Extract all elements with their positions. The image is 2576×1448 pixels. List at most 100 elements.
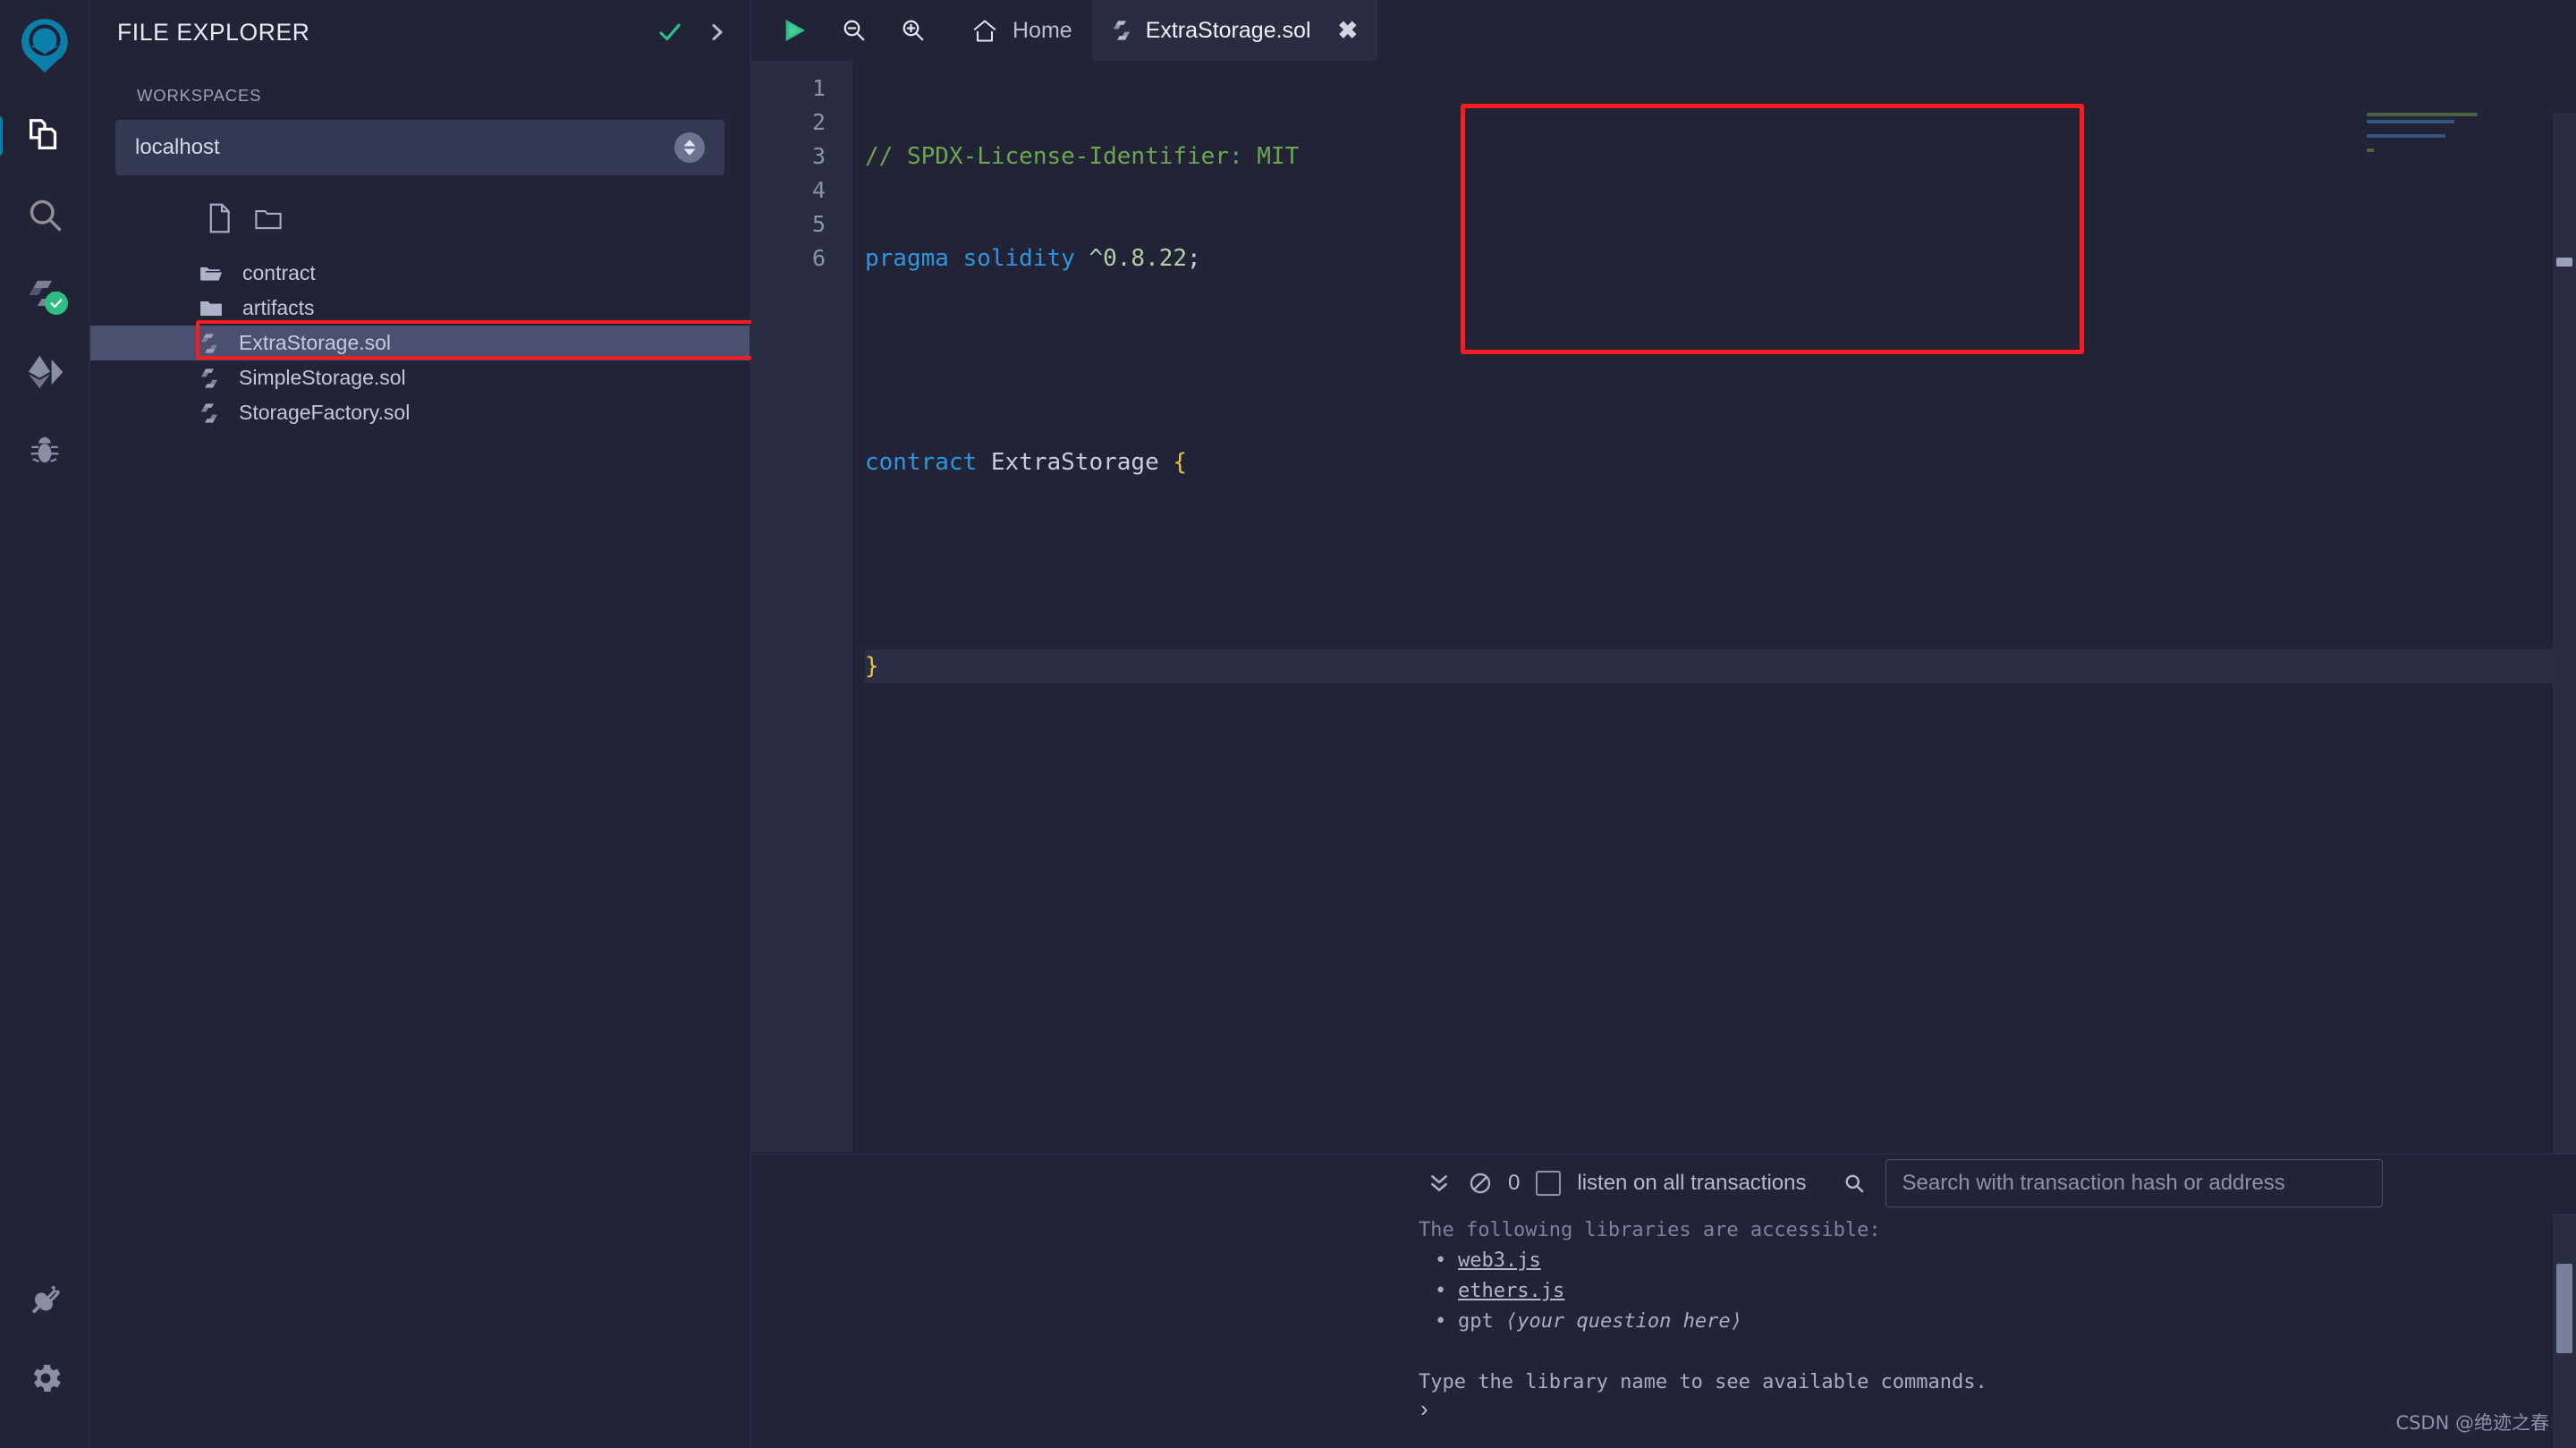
file-explorer-tools: [207, 202, 750, 234]
gear-icon: [27, 1359, 64, 1397]
file-explorer-header: FILE EXPLORER: [90, 0, 750, 64]
line-number: 6: [811, 245, 826, 271]
editor-tab-tools: [751, 0, 952, 61]
bug-icon: [26, 432, 64, 470]
play-icon[interactable]: [780, 16, 809, 45]
tab-label: ExtraStorage.sol: [1145, 17, 1311, 43]
code-editor: 1 2 3 4 5 6 // SPDX-License-Identifier: …: [751, 61, 2576, 1153]
ban-icon[interactable]: [1460, 1171, 1501, 1196]
tab-extrastorage-sol[interactable]: ExtraStorage.sol ✖: [1091, 0, 1378, 61]
gpt-label: gpt: [1458, 1310, 1505, 1333]
tree-item-storagefactory-sol[interactable]: StorageFactory.sol: [90, 395, 750, 430]
file-tree: contract artifacts ExtraStorage.sol Simp…: [90, 256, 750, 430]
ethersjs-link[interactable]: ethers.js: [1458, 1280, 1564, 1302]
terminal-panel: 0 listen on all transactions The followi…: [751, 1153, 2576, 1448]
line-number-gutter: 1 2 3 4 5 6: [751, 61, 852, 1152]
zoom-out-icon[interactable]: [841, 17, 868, 44]
line-number: 5: [811, 211, 826, 237]
terminal-list-item: ethers.js: [1435, 1276, 2540, 1307]
tree-item-label: contract: [242, 261, 316, 284]
close-icon[interactable]: ✖: [1338, 17, 1359, 45]
code-line: pragma solidity ^0.8.22;: [865, 245, 1201, 272]
terminal-library-list: web3.js ethers.js gpt ⟨your question her…: [1435, 1246, 2540, 1337]
workspace-value: localhost: [135, 135, 220, 159]
tree-item-label: StorageFactory.sol: [239, 401, 411, 424]
sidebar-item-debugger[interactable]: [0, 411, 89, 490]
sidebar-item-file-explorer[interactable]: [0, 97, 89, 175]
sidebar-item-solidity-compiler[interactable]: [0, 254, 89, 333]
tree-item-extrastorage-sol[interactable]: ExtraStorage.sol: [90, 326, 750, 360]
terminal-output: The following libraries are accessible: …: [1419, 1214, 2540, 1448]
tree-item-label: SimpleStorage.sol: [239, 366, 406, 389]
solidity-file-icon: [199, 367, 219, 390]
solidity-file-icon: [199, 332, 219, 355]
editor-tab-bar: Home ExtraStorage.sol ✖: [751, 0, 2576, 61]
check-icon[interactable]: [657, 19, 683, 46]
search-icon[interactable]: [1843, 1172, 1866, 1195]
terminal-prompt[interactable]: ›: [1420, 1395, 1428, 1423]
transaction-search-input[interactable]: [1885, 1159, 2383, 1207]
terminal-list-item: gpt ⟨your question here⟩: [1435, 1307, 2540, 1337]
page-title: FILE EXPLORER: [117, 18, 310, 46]
activity-bar-items: [0, 97, 89, 490]
activity-bar-bottom: [0, 1260, 90, 1418]
terminal-list-item: web3.js: [1435, 1246, 2540, 1276]
code-line: contract ExtraStorage {: [865, 449, 1188, 476]
solidity-file-icon: [199, 402, 219, 425]
line-number: 1: [811, 75, 826, 101]
search-icon: [25, 195, 64, 234]
code-line: }: [865, 649, 2576, 683]
terminal-scrollbar[interactable]: [2553, 1214, 2576, 1448]
scrollbar-thumb[interactable]: [2556, 1264, 2572, 1353]
line-number: 2: [811, 109, 826, 135]
zoom-in-icon[interactable]: [900, 17, 927, 44]
tab-label: Home: [1013, 17, 1072, 43]
editor-scrollbar[interactable]: [2553, 113, 2576, 1153]
tree-item-label: artifacts: [242, 296, 315, 319]
line-number: 3: [811, 143, 826, 169]
files-icon: [24, 115, 65, 157]
chevron-double-down-icon[interactable]: [1419, 1172, 1460, 1195]
compiled-check-icon: [45, 292, 68, 315]
sidebar-item-search[interactable]: [0, 175, 89, 254]
new-folder-icon[interactable]: [253, 202, 284, 234]
tree-item-contract[interactable]: contract: [90, 256, 750, 291]
tree-item-simplestorage-sol[interactable]: SimpleStorage.sol: [90, 360, 750, 395]
sidebar-item-deploy-run[interactable]: [0, 333, 89, 411]
file-explorer-panel: FILE EXPLORER WORKSPACES localhost contr…: [90, 0, 758, 1448]
terminal-hint: Type the library name to see available c…: [1419, 1371, 1987, 1393]
tree-item-label: ExtraStorage.sol: [239, 331, 392, 354]
sidebar-item-plugin-manager[interactable]: [0, 1260, 90, 1339]
ethereum-icon: [24, 351, 65, 393]
terminal-toolbar: 0 listen on all transactions: [751, 1155, 2576, 1212]
listen-all-transactions-checkbox[interactable]: [1536, 1171, 1562, 1196]
new-file-icon[interactable]: [207, 202, 233, 234]
workspace-select[interactable]: localhost: [115, 120, 724, 175]
transaction-count: 0: [1508, 1171, 1521, 1195]
sidebar-item-settings[interactable]: [0, 1339, 90, 1418]
editor-right-strip: [2553, 61, 2576, 113]
remix-logo-icon: [13, 13, 77, 77]
solidity-icon: [1112, 19, 1131, 42]
tree-item-artifacts[interactable]: artifacts: [90, 291, 750, 326]
remix-ide-window: FILE EXPLORER WORKSPACES localhost contr…: [0, 0, 2576, 1448]
line-number: 4: [811, 177, 826, 203]
scrollbar-thumb[interactable]: [2556, 258, 2572, 267]
tab-home[interactable]: Home: [952, 0, 1092, 61]
gpt-placeholder: ⟨your question here⟩: [1504, 1310, 1742, 1333]
folder-icon: [199, 299, 223, 318]
workspaces-label: WORKSPACES: [137, 86, 262, 105]
chevron-right-icon[interactable]: [707, 21, 728, 44]
chevron-updown-icon: [674, 132, 705, 163]
listen-all-transactions-label: listen on all transactions: [1577, 1171, 1807, 1195]
code-content[interactable]: // SPDX-License-Identifier: MIT pragma s…: [852, 61, 2576, 1152]
code-line: // SPDX-License-Identifier: MIT: [865, 143, 1300, 170]
folder-open-icon: [199, 264, 223, 284]
editor-body: 1 2 3 4 5 6 // SPDX-License-Identifier: …: [751, 61, 2576, 1152]
home-icon: [971, 18, 998, 43]
terminal-line: The following libraries are accessible:: [1419, 1219, 1881, 1241]
plug-icon: [26, 1280, 65, 1319]
web3js-link[interactable]: web3.js: [1458, 1249, 1541, 1272]
